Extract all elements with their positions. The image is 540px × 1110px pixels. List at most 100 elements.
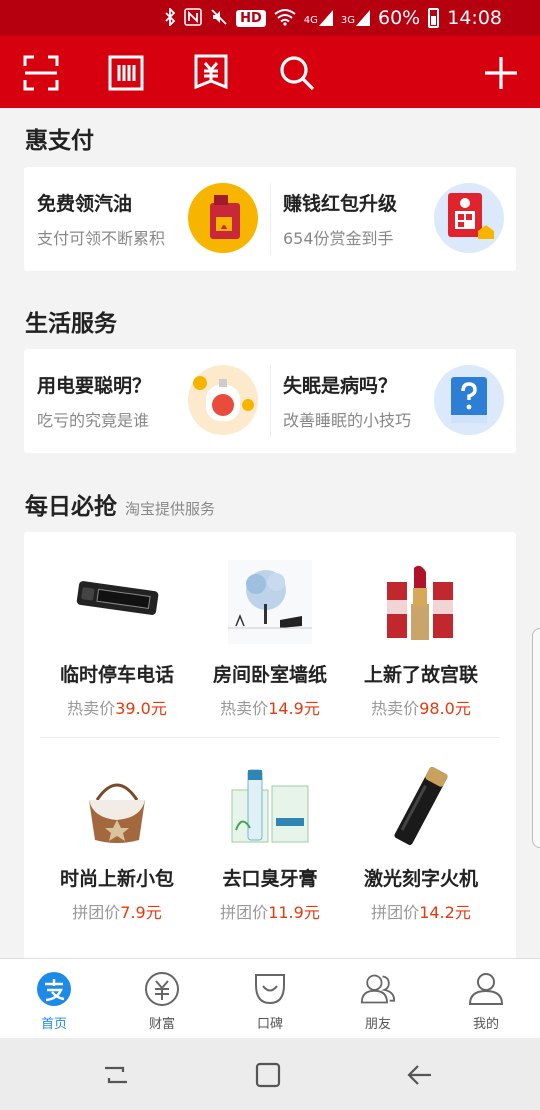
electricity-bill-icon	[188, 365, 258, 435]
product-name: 时尚上新小包	[59, 868, 174, 890]
product-price: 热卖价39.0元	[42, 695, 192, 719]
battery-icon	[428, 8, 440, 28]
tab-home[interactable]: 首页	[0, 959, 108, 1038]
bluetooth-icon	[164, 6, 176, 29]
system-nav-bar	[0, 1038, 540, 1110]
toothpaste-image	[228, 764, 312, 848]
tab-profile[interactable]: 我的	[432, 959, 540, 1038]
red-envelope-icon	[434, 183, 504, 253]
price-value: 14.9元	[268, 699, 320, 718]
header-toolbar	[0, 36, 540, 108]
section-title-life-service: 生活服务	[25, 311, 117, 337]
product-name: 上新了故宫联	[363, 664, 478, 686]
home-button-icon[interactable]	[253, 1060, 283, 1090]
lipstick-image	[379, 560, 463, 644]
tab-label: 财富	[148, 1017, 175, 1032]
koubei-icon	[252, 971, 288, 1007]
section-title-hui-pay: 惠支付	[25, 128, 94, 154]
product-item[interactable]: 激光刻字火机 拼团价14.2元	[346, 764, 496, 923]
friends-icon	[360, 971, 396, 1007]
life-service-card: 用电要聪明？ 吃亏的究竟是谁 失眠是病吗？ 改善睡眠的小技巧	[24, 349, 516, 453]
profile-icon	[468, 971, 504, 1007]
handbag-image	[75, 764, 159, 848]
hui-pay-item-red-envelope[interactable]: 赚钱红包升级 654份赏金到手	[270, 167, 516, 271]
add-icon[interactable]	[481, 53, 521, 93]
wallpaper-image	[228, 560, 312, 644]
mute-icon	[210, 8, 228, 29]
product-name: 激光刻字火机	[363, 868, 478, 890]
tab-friends[interactable]: 朋友	[324, 959, 432, 1038]
tab-koubei[interactable]: 口碑	[216, 959, 324, 1038]
recent-apps-icon[interactable]	[101, 1060, 131, 1090]
product-row-divider	[40, 737, 500, 738]
price-value: 7.9元	[120, 903, 162, 922]
section-title-daily-deals: 每日必抢 淘宝提供服务	[25, 487, 215, 521]
tab-label: 口碑	[256, 1017, 283, 1032]
scan-icon[interactable]	[21, 53, 61, 93]
tab-label: 我的	[472, 1017, 499, 1032]
wifi-icon	[274, 8, 296, 29]
hui-pay-card: 免费领汽油 支付可领不断累积 赚钱红包升级 654份赏金到手	[24, 167, 516, 271]
lighter-image	[379, 764, 463, 848]
product-item[interactable]: 临时停车电话 热卖价39.0元	[42, 560, 192, 719]
hui-pay-item-title: 免费领汽油	[37, 193, 133, 215]
signal-4g-icon: 4G	[304, 10, 333, 26]
product-price: 拼团价7.9元	[42, 899, 192, 923]
product-item[interactable]: 时尚上新小包 拼团价7.9元	[42, 764, 192, 923]
search-icon[interactable]	[277, 53, 317, 93]
back-icon[interactable]	[404, 1060, 434, 1090]
tab-label: 首页	[40, 1017, 67, 1032]
battery-percent: 60%	[378, 7, 421, 29]
life-service-item-electricity[interactable]: 用电要聪明？ 吃亏的究竟是谁	[24, 349, 270, 453]
product-item[interactable]: 上新了故宫联 热卖价98.0元	[346, 560, 496, 719]
product-price: 热卖价98.0元	[346, 695, 496, 719]
hui-pay-item-title: 赚钱红包升级	[283, 193, 398, 215]
tab-label: 朋友	[364, 1017, 391, 1032]
price-value: 14.2元	[419, 903, 471, 922]
life-service-item-subtitle: 改善睡眠的小技巧	[283, 411, 412, 430]
price-label: 热卖价	[220, 699, 269, 718]
life-service-item-title: 用电要聪明？	[37, 375, 152, 397]
parking-card-image	[75, 560, 159, 644]
product-item[interactable]: 房间卧室墙纸 热卖价14.9元	[195, 560, 345, 719]
product-name: 房间卧室墙纸	[212, 664, 327, 686]
life-service-item-subtitle: 吃亏的究竟是谁	[37, 411, 150, 430]
life-service-item-sleep[interactable]: 失眠是病吗？ 改善睡眠的小技巧	[270, 349, 516, 453]
fuel-can-icon	[188, 183, 258, 253]
tab-wealth[interactable]: 财富	[108, 959, 216, 1038]
product-name: 临时停车电话	[59, 664, 174, 686]
product-item[interactable]: 去口臭牙膏 拼团价11.9元	[195, 764, 345, 923]
barcode-icon[interactable]	[106, 53, 146, 93]
product-price: 拼团价14.2元	[346, 899, 496, 923]
daily-deals-title: 每日必抢	[25, 494, 117, 520]
price-label: 拼团价	[371, 903, 420, 922]
price-value: 11.9元	[268, 903, 320, 922]
price-value: 98.0元	[419, 699, 471, 718]
price-label: 拼团价	[72, 903, 121, 922]
signal-3g-icon: 3G	[341, 10, 370, 26]
product-price: 拼团价11.9元	[195, 899, 345, 923]
hui-pay-item-fuel[interactable]: 免费领汽油 支付可领不断累积	[24, 167, 270, 271]
question-book-icon	[434, 365, 504, 435]
price-label: 热卖价	[67, 699, 116, 718]
bottom-tab-bar: 首页 财富 口碑 朋友 我的	[0, 958, 540, 1038]
daily-deals-subtitle: 淘宝提供服务	[125, 500, 216, 518]
payment-code-icon[interactable]	[191, 53, 231, 93]
product-price: 热卖价14.9元	[195, 695, 345, 719]
wealth-yen-icon	[144, 971, 180, 1007]
hd-badge: HD	[236, 9, 266, 27]
hui-pay-item-subtitle: 支付可领不断累积	[37, 229, 166, 248]
price-label: 热卖价	[371, 699, 420, 718]
daily-deals-card: 临时停车电话 热卖价39.0元 房间卧室墙纸 热卖价14.9元 上新了故宫联 热…	[24, 532, 516, 962]
net2-label: 3G	[340, 15, 355, 26]
edge-panel-handle[interactable]	[532, 628, 540, 848]
status-bar: HD 4G 3G 60% 14:08	[0, 0, 540, 36]
alipay-home-icon	[36, 971, 72, 1007]
hui-pay-item-subtitle: 654份赏金到手	[283, 229, 394, 248]
clock: 14:08	[447, 7, 502, 29]
nfc-icon	[184, 7, 202, 29]
life-service-item-title: 失眠是病吗？	[283, 375, 398, 397]
price-value: 39.0元	[115, 699, 167, 718]
product-name: 去口臭牙膏	[222, 868, 318, 890]
price-label: 拼团价	[220, 903, 269, 922]
